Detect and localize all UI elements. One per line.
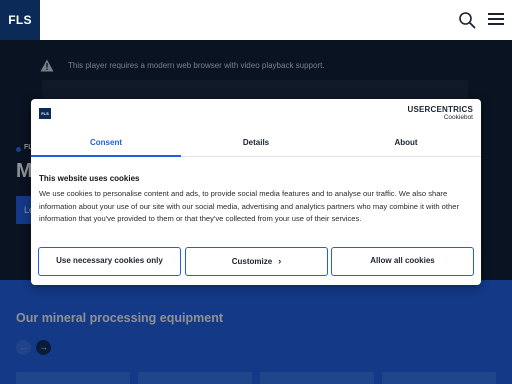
hamburger-menu-icon[interactable] (488, 13, 504, 27)
use-necessary-cookies-button[interactable]: Use necessary cookies only (38, 247, 181, 276)
usercentrics-brand[interactable]: USERCENTRICS Cookiebot (407, 105, 473, 121)
tab-consent[interactable]: Consent (31, 131, 181, 157)
search-icon[interactable] (458, 11, 476, 29)
dialog-tabs: Consent Details About (31, 131, 481, 157)
cookie-consent-dialog: FLS USERCENTRICS Cookiebot Consent Detai… (31, 99, 481, 285)
brand-main: USERCENTRICS (407, 105, 473, 114)
tab-details[interactable]: Details (181, 131, 331, 157)
necessary-button-label: Use necessary cookies only (56, 256, 163, 265)
site-header: FLS (0, 0, 512, 40)
dialog-heading: This website uses cookies (39, 174, 140, 183)
allow-all-cookies-button[interactable]: Allow all cookies (331, 247, 474, 276)
fls-logo[interactable]: FLS (0, 0, 40, 40)
tab-about[interactable]: About (331, 131, 481, 157)
customize-button-label: Customize (231, 257, 273, 266)
customize-button[interactable]: Customize › (185, 247, 328, 276)
brand-sub: Cookiebot (443, 114, 473, 121)
allow-button-label: Allow all cookies (370, 256, 435, 265)
chevron-right-icon: › (278, 256, 282, 266)
dialog-logo: FLS (39, 108, 51, 119)
dialog-body-text: We use cookies to personalise content an… (39, 189, 459, 224)
